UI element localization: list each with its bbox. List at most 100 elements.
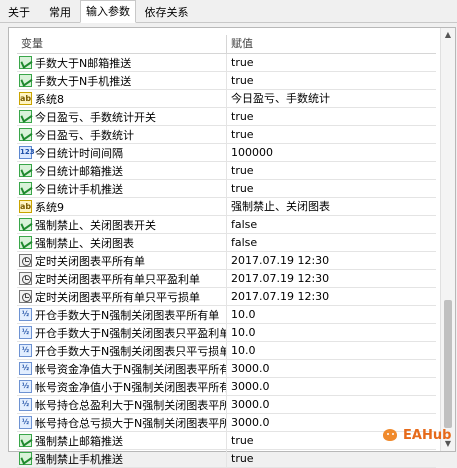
variable-cell: 定时关闭图表平所有单只平亏损单 — [17, 288, 227, 305]
grid-rows: 手数大于N邮箱推送 true 手数大于N手机推送 true ab 系统8 今日盈亏、手数统计… — [17, 54, 436, 468]
variable-cell: 强制禁止、关闭图表开关 — [17, 216, 227, 233]
variable-name: 强制禁止、关闭图表开关 — [35, 218, 156, 232]
bool-check-icon — [19, 452, 32, 465]
value-cell[interactable]: true — [227, 108, 436, 125]
table-row[interactable]: ab 系统9 强制禁止、关闭图表 — [17, 198, 436, 216]
variable-name: 定时关闭图表平所有单只平亏损单 — [35, 290, 200, 304]
parameters-grid: 变量 赋值 手数大于N邮箱推送 true 手数大于N手机推送 true ab 系统8 今日盈… — [17, 35, 436, 468]
variable-cell: ½ 帐号持仓总盈利大于N强制关闭图表平所?... — [17, 396, 227, 413]
value-cell[interactable]: 10.0 — [227, 324, 436, 341]
variable-cell: 强制禁止邮箱推送 — [17, 432, 227, 449]
table-row[interactable]: ½ 帐号资金净值大于N强制关闭图表平所有单 3000.0 — [17, 360, 436, 378]
string-ab-icon: ab — [19, 200, 32, 213]
double-icon: ½ — [19, 362, 32, 375]
value-cell[interactable]: 10.0 — [227, 306, 436, 323]
variable-cell: 今日盈亏、手数统计 — [17, 126, 227, 143]
tab-common[interactable]: 常用 — [42, 3, 78, 21]
value-cell[interactable]: 2017.07.19 12:30 — [227, 288, 436, 305]
variable-cell: 定时关闭图表平所有单 — [17, 252, 227, 269]
header-variable[interactable]: 变量 — [17, 35, 227, 53]
bool-check-icon — [19, 218, 32, 231]
tab-inputs[interactable]: 输入参数 — [80, 0, 136, 23]
table-row[interactable]: ½ 开仓手数大于N强制关闭图表平所有单 10.0 — [17, 306, 436, 324]
scroll-up-icon[interactable]: ▲ — [441, 28, 455, 42]
variable-cell: 123 今日统计时间间隔 — [17, 144, 227, 161]
header-value[interactable]: 赋值 — [227, 35, 436, 53]
variable-cell: ½ 开仓手数大于N强制关闭图表只平亏损单 — [17, 342, 227, 359]
variable-cell: 今日统计手机推送 — [17, 180, 227, 197]
table-row[interactable]: ½ 开仓手数大于N强制关闭图表只平亏损单 10.0 — [17, 342, 436, 360]
double-icon: ½ — [19, 308, 32, 321]
value-cell[interactable]: 2017.07.19 12:30 — [227, 252, 436, 269]
value-cell[interactable]: false — [227, 216, 436, 233]
table-row[interactable]: 手数大于N邮箱推送 true — [17, 54, 436, 72]
tab-dependencies[interactable]: 依存关系 — [139, 3, 194, 21]
scrollbar-thumb[interactable] — [444, 300, 452, 428]
value-cell[interactable]: 100000 — [227, 144, 436, 161]
variable-cell: 强制禁止、关闭图表 — [17, 234, 227, 251]
value-cell[interactable]: 3000.0 — [227, 396, 436, 413]
variable-name: 帐号资金净值小于N强制关闭图表平所有单 — [35, 380, 227, 394]
table-row[interactable]: 手数大于N手机推送 true — [17, 72, 436, 90]
variable-cell: ½ 帐号资金净值大于N强制关闭图表平所有单 — [17, 360, 227, 377]
variable-name: 今日盈亏、手数统计开关 — [35, 110, 156, 124]
value-cell[interactable]: true — [227, 126, 436, 143]
value-cell[interactable]: true — [227, 72, 436, 89]
variable-cell: 手数大于N手机推送 — [17, 72, 227, 89]
value-cell[interactable]: 10.0 — [227, 342, 436, 359]
value-cell[interactable]: true — [227, 54, 436, 71]
inputs-panel: 变量 赋值 手数大于N邮箱推送 true 手数大于N手机推送 true ab 系统8 今日盈… — [8, 27, 456, 468]
table-row[interactable]: 定时关闭图表平所有单只平亏损单 2017.07.19 12:30 — [17, 288, 436, 306]
table-row[interactable]: ½ 帐号持仓总盈利大于N强制关闭图表平所?... 3000.0 — [17, 396, 436, 414]
variable-name: 帐号持仓总亏损大于N强制关闭图表平所?... — [35, 416, 227, 430]
bool-check-icon — [19, 128, 32, 141]
datetime-clock-icon — [19, 272, 32, 285]
value-cell[interactable]: 3000.0 — [227, 378, 436, 395]
table-row[interactable]: 今日盈亏、手数统计 true — [17, 126, 436, 144]
table-row[interactable]: 强制禁止、关闭图表开关 false — [17, 216, 436, 234]
variable-name: 今日统计时间间隔 — [35, 146, 123, 160]
value-cell[interactable]: 3000.0 — [227, 360, 436, 377]
value-cell[interactable]: 今日盈亏、手数统计 — [227, 90, 436, 107]
grid-header: 变量 赋值 — [17, 35, 436, 54]
double-icon: ½ — [19, 416, 32, 429]
bool-check-icon — [19, 56, 32, 69]
variable-name: 今日盈亏、手数统计 — [35, 128, 134, 142]
variable-name: 手数大于N邮箱推送 — [35, 56, 132, 70]
double-icon: ½ — [19, 326, 32, 339]
variable-cell: ab 系统8 — [17, 90, 227, 107]
value-cell[interactable]: 2017.07.19 12:30 — [227, 270, 436, 287]
value-cell[interactable]: false — [227, 234, 436, 251]
variable-cell: ab 系统9 — [17, 198, 227, 215]
variable-cell: 定时关闭图表平所有单只平盈利单 — [17, 270, 227, 287]
table-row[interactable]: 今日盈亏、手数统计开关 true — [17, 108, 436, 126]
variable-name: 今日统计邮箱推送 — [35, 164, 123, 178]
variable-cell: ½ 开仓手数大于N强制关闭图表只平盈利单 — [17, 324, 227, 341]
bool-check-icon — [19, 182, 32, 195]
table-row[interactable]: ½ 帐号资金净值小于N强制关闭图表平所有单 3000.0 — [17, 378, 436, 396]
table-row[interactable]: 123 今日统计时间间隔 100000 — [17, 144, 436, 162]
tab-about[interactable]: 关于 — [5, 3, 33, 21]
vertical-scrollbar[interactable]: ▲ ▼ — [440, 28, 455, 451]
datetime-clock-icon — [19, 290, 32, 303]
variable-name: 系统9 — [35, 200, 64, 214]
value-cell[interactable]: 强制禁止、关闭图表 — [227, 198, 436, 215]
table-row[interactable]: ab 系统8 今日盈亏、手数统计 — [17, 90, 436, 108]
watermark: EAHub — [382, 427, 451, 443]
variable-name: 定时关闭图表平所有单 — [35, 254, 145, 268]
value-cell[interactable]: true — [227, 162, 436, 179]
integer-icon: 123 — [19, 146, 35, 159]
variable-name: 今日统计手机推送 — [35, 182, 123, 196]
table-row[interactable]: ½ 开仓手数大于N强制关闭图表只平盈利单 10.0 — [17, 324, 436, 342]
table-row[interactable]: 今日统计邮箱推送 true — [17, 162, 436, 180]
table-row[interactable]: 定时关闭图表平所有单 2017.07.19 12:30 — [17, 252, 436, 270]
table-row[interactable]: 今日统计手机推送 true — [17, 180, 436, 198]
variable-cell: ½ 帐号资金净值小于N强制关闭图表平所有单 — [17, 378, 227, 395]
table-row[interactable]: 强制禁止邮箱推送 true — [17, 432, 436, 450]
bool-check-icon — [19, 74, 32, 87]
table-row[interactable]: ½ 帐号持仓总亏损大于N强制关闭图表平所?... 3000.0 — [17, 414, 436, 432]
table-row[interactable]: 强制禁止、关闭图表 false — [17, 234, 436, 252]
table-row[interactable]: 定时关闭图表平所有单只平盈利单 2017.07.19 12:30 — [17, 270, 436, 288]
watermark-text: EAHub — [403, 427, 452, 443]
value-cell[interactable]: true — [227, 180, 436, 197]
